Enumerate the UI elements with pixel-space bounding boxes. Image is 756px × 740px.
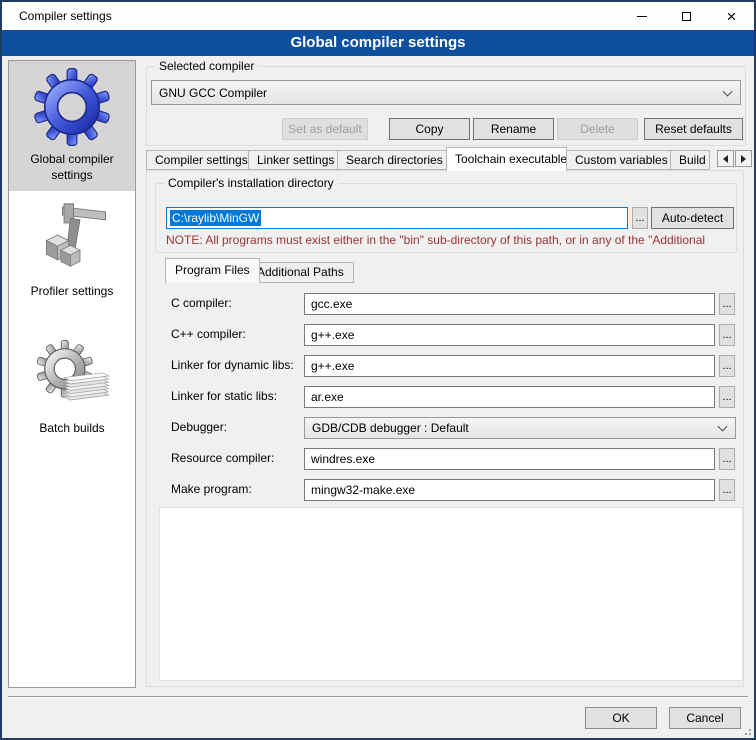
tab-search-directories[interactable]: Search directories bbox=[337, 150, 447, 170]
field-row-cpp-compiler: C++ compiler: ... bbox=[147, 324, 743, 346]
caliper-icon bbox=[32, 199, 112, 279]
maximize-icon bbox=[682, 12, 691, 21]
subtab-additional-paths[interactable]: Additional Paths bbox=[247, 262, 354, 283]
copy-button[interactable]: Copy bbox=[389, 118, 470, 140]
field-row-linker-static: Linker for static libs: ... bbox=[147, 386, 743, 408]
tab-toolchain-executables[interactable]: Toolchain executables bbox=[446, 147, 567, 171]
settings-tabbar: Compiler settings Linker settings Search… bbox=[146, 147, 754, 170]
sidebar-item-label: Profiler settings bbox=[31, 284, 114, 300]
set-as-default-button[interactable]: Set as default bbox=[282, 118, 368, 140]
make-program-input[interactable] bbox=[304, 479, 715, 501]
titlebar: Compiler settings × bbox=[2, 2, 754, 30]
gray-gear-stack-icon bbox=[32, 336, 112, 416]
selected-compiler-group: Selected compiler GNU GCC Compiler Set a… bbox=[146, 66, 746, 146]
chevron-down-icon bbox=[718, 422, 728, 432]
minimize-button[interactable] bbox=[619, 2, 664, 30]
right-arrow-icon bbox=[741, 155, 746, 163]
make-program-label: Make program: bbox=[171, 482, 252, 496]
sidebar-item-label: Global compiler settings bbox=[12, 152, 132, 183]
debugger-select-value: GDB/CDB debugger : Default bbox=[312, 421, 469, 435]
caption-buttons: × bbox=[619, 2, 754, 30]
tab-linker-settings[interactable]: Linker settings bbox=[248, 150, 338, 170]
field-row-debugger: Debugger: GDB/CDB debugger : Default bbox=[147, 417, 743, 439]
install-dir-group-label: Compiler's installation directory bbox=[164, 176, 338, 190]
install-dir-selected-text: C:\raylib\MinGW bbox=[170, 210, 261, 226]
resource-compiler-label: Resource compiler: bbox=[171, 451, 274, 465]
rename-button[interactable]: Rename bbox=[473, 118, 554, 140]
cpp-compiler-label: C++ compiler: bbox=[171, 327, 246, 341]
compiler-select-value: GNU GCC Compiler bbox=[159, 86, 267, 100]
tab-scroll-left-button[interactable] bbox=[717, 150, 734, 167]
linker-dynamic-label: Linker for dynamic libs: bbox=[171, 358, 294, 372]
subtab-program-files[interactable]: Program Files bbox=[165, 258, 260, 283]
field-row-c-compiler: C compiler: ... bbox=[147, 293, 743, 315]
selected-compiler-group-label: Selected compiler bbox=[155, 59, 258, 73]
make-program-browse-button[interactable]: ... bbox=[719, 479, 735, 501]
tab-custom-variables[interactable]: Custom variables bbox=[566, 150, 671, 170]
empty-panel bbox=[159, 507, 743, 681]
sidebar-item-batch-builds[interactable]: Batch builds bbox=[9, 330, 135, 445]
window-title: Compiler settings bbox=[19, 2, 112, 30]
linker-dynamic-browse-button[interactable]: ... bbox=[719, 355, 735, 377]
close-button[interactable]: × bbox=[709, 2, 754, 30]
sidebar-item-global-compiler-settings[interactable]: Global compiler settings bbox=[9, 61, 135, 191]
blue-gear-icon bbox=[32, 67, 112, 147]
linker-static-label: Linker for static libs: bbox=[171, 389, 277, 403]
chevron-down-icon bbox=[723, 86, 733, 96]
cancel-button[interactable]: Cancel bbox=[669, 707, 741, 729]
settings-category-list: Global compiler settings Profiler settin… bbox=[8, 60, 136, 688]
field-row-linker-dynamic: Linker for dynamic libs: ... bbox=[147, 355, 743, 377]
sidebar-item-profiler-settings[interactable]: Profiler settings bbox=[9, 193, 135, 308]
c-compiler-browse-button[interactable]: ... bbox=[719, 293, 735, 315]
tab-compiler-settings[interactable]: Compiler settings bbox=[146, 150, 249, 170]
c-compiler-input[interactable] bbox=[304, 293, 715, 315]
compiler-settings-window: Compiler settings × Global compiler sett… bbox=[0, 0, 756, 740]
install-dir-browse-button[interactable]: ... bbox=[632, 207, 648, 229]
tab-build-truncated[interactable]: Build bbox=[670, 150, 710, 170]
field-row-make-program: Make program: ... bbox=[147, 479, 743, 501]
maximize-button[interactable] bbox=[664, 2, 709, 30]
cpp-compiler-browse-button[interactable]: ... bbox=[719, 324, 735, 346]
install-dir-group: Compiler's installation directory C:\ray… bbox=[155, 183, 737, 253]
linker-static-browse-button[interactable]: ... bbox=[719, 386, 735, 408]
footer-divider bbox=[8, 696, 748, 698]
left-arrow-icon bbox=[723, 155, 728, 163]
resize-grip[interactable] bbox=[739, 723, 751, 735]
tab-scroll-right-button[interactable] bbox=[735, 150, 752, 167]
autodetect-button[interactable]: Auto-detect bbox=[651, 207, 734, 229]
dialog-banner: Global compiler settings bbox=[2, 30, 754, 56]
resource-compiler-input[interactable] bbox=[304, 448, 715, 470]
minimize-icon bbox=[637, 16, 647, 17]
ok-button[interactable]: OK bbox=[585, 707, 657, 729]
install-dir-input[interactable]: C:\raylib\MinGW bbox=[166, 207, 628, 229]
toolchain-executables-pane: Compiler's installation directory C:\ray… bbox=[146, 170, 744, 687]
linker-dynamic-input[interactable] bbox=[304, 355, 715, 377]
cpp-compiler-input[interactable] bbox=[304, 324, 715, 346]
c-compiler-label: C compiler: bbox=[171, 296, 232, 310]
reset-defaults-button[interactable]: Reset defaults bbox=[644, 118, 743, 140]
sidebar-item-label: Batch builds bbox=[39, 421, 104, 437]
field-row-resource-compiler: Resource compiler: ... bbox=[147, 448, 743, 470]
debugger-select[interactable]: GDB/CDB debugger : Default bbox=[304, 417, 736, 439]
bin-directory-note: NOTE: All programs must exist either in … bbox=[166, 233, 734, 247]
compiler-select[interactable]: GNU GCC Compiler bbox=[151, 80, 741, 105]
delete-button[interactable]: Delete bbox=[557, 118, 638, 140]
debugger-label: Debugger: bbox=[171, 420, 227, 434]
resource-compiler-browse-button[interactable]: ... bbox=[719, 448, 735, 470]
close-icon: × bbox=[727, 8, 737, 25]
linker-static-input[interactable] bbox=[304, 386, 715, 408]
